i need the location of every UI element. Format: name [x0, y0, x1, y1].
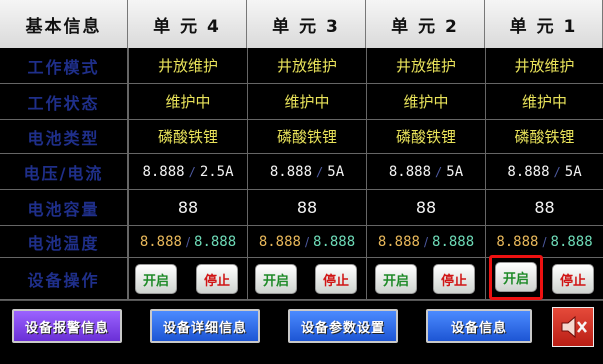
temp-value-a: 8.888 [496, 233, 539, 250]
unit-4-capacity: 88 [128, 190, 247, 226]
speaker-muted-icon [561, 315, 587, 339]
temp-value-b: 8.888 [550, 233, 593, 250]
label-work-mode: 工作模式 [0, 48, 128, 84]
header-title: 基本信息 [0, 0, 128, 48]
voltage-value: 8.888 [388, 163, 432, 180]
alarm-info-button[interactable]: 设备报警信息 [12, 309, 122, 343]
unit-2-temperature: 8.888/8.888 [366, 226, 485, 258]
voltage-value: 8.888 [142, 163, 185, 180]
param-settings-button[interactable]: 设备参数设置 [288, 309, 398, 343]
voltage-value: 8.888 [269, 163, 313, 180]
unit-2-start-button[interactable]: 开启 [375, 264, 417, 294]
label-voltage-current: 电压/电流 [0, 154, 128, 190]
label-temperature: 电池温度 [0, 226, 128, 258]
separator: / [553, 164, 561, 179]
unit-1-voltage-current: 8.888/5A [485, 154, 603, 190]
unit-4-stop-button[interactable]: 停止 [196, 264, 238, 294]
unit-3-start-button[interactable]: 开启 [255, 264, 297, 294]
detail-info-button[interactable]: 设备详细信息 [150, 309, 260, 343]
label-work-status: 工作状态 [0, 84, 128, 120]
unit-3-temperature: 8.888/8.888 [247, 226, 366, 258]
separator: / [423, 234, 429, 249]
unit-1-capacity: 88 [485, 190, 603, 226]
unit-1-header: 单 元 1 [485, 0, 603, 48]
unit-1-temperature: 8.888/8.888 [485, 226, 603, 258]
unit-3-capacity: 88 [247, 190, 366, 226]
temp-value-a: 8.888 [258, 233, 301, 250]
unit-2-capacity: 88 [366, 190, 485, 226]
unit-4-voltage-current: 8.888/2.5A [128, 154, 247, 190]
unit-4-battery-type: 磷酸铁锂 [128, 120, 247, 154]
unit-1-start-button[interactable]: 开启 [495, 262, 537, 292]
unit-4-start-button[interactable]: 开启 [135, 264, 177, 294]
unit-2-work-status: 维护中 [366, 84, 485, 120]
current-value: 5A [564, 163, 582, 180]
unit-3-battery-type: 磷酸铁锂 [247, 120, 366, 154]
unit-4-temperature: 8.888/8.888 [128, 226, 247, 258]
separator: / [185, 234, 191, 249]
unit-1-work-mode: 井放维护 [485, 48, 603, 84]
unit-4-header: 单 元 4 [128, 0, 247, 48]
temp-value-b: 8.888 [432, 233, 475, 250]
current-value: 5A [327, 163, 345, 180]
separator: / [435, 164, 443, 179]
separator: / [316, 164, 324, 179]
unit-4-work-mode: 井放维护 [128, 48, 247, 84]
voltage-value: 8.888 [507, 163, 550, 180]
label-device-operation: 设备操作 [0, 258, 128, 300]
unit-1-battery-type: 磷酸铁锂 [485, 120, 603, 154]
unit-2-stop-button[interactable]: 停止 [433, 264, 475, 294]
unit-1-work-status: 维护中 [485, 84, 603, 120]
temp-value-a: 8.888 [139, 233, 182, 250]
temp-value-b: 8.888 [313, 233, 356, 250]
current-value: 2.5A [199, 163, 234, 180]
unit-3-voltage-current: 8.888/5A [247, 154, 366, 190]
label-capacity: 电池容量 [0, 190, 128, 226]
temp-value-a: 8.888 [377, 233, 420, 250]
unit-3-header: 单 元 3 [247, 0, 366, 48]
unit-2-header: 单 元 2 [366, 0, 485, 48]
unit-3-work-status: 维护中 [247, 84, 366, 120]
separator: / [188, 164, 196, 179]
unit-2-battery-type: 磷酸铁锂 [366, 120, 485, 154]
unit-2-work-mode: 井放维护 [366, 48, 485, 84]
separator: / [304, 234, 310, 249]
temp-value-b: 8.888 [194, 233, 237, 250]
unit-4-work-status: 维护中 [128, 84, 247, 120]
unit-3-stop-button[interactable]: 停止 [315, 264, 357, 294]
unit-1-stop-button[interactable]: 停止 [552, 264, 594, 294]
unit-2-voltage-current: 8.888/5A [366, 154, 485, 190]
current-value: 5A [446, 163, 464, 180]
device-info-button[interactable]: 设备信息 [426, 309, 532, 343]
label-battery-type: 电池类型 [0, 120, 128, 154]
mute-button[interactable] [552, 307, 594, 347]
unit-3-work-mode: 井放维护 [247, 48, 366, 84]
separator: / [542, 234, 547, 249]
